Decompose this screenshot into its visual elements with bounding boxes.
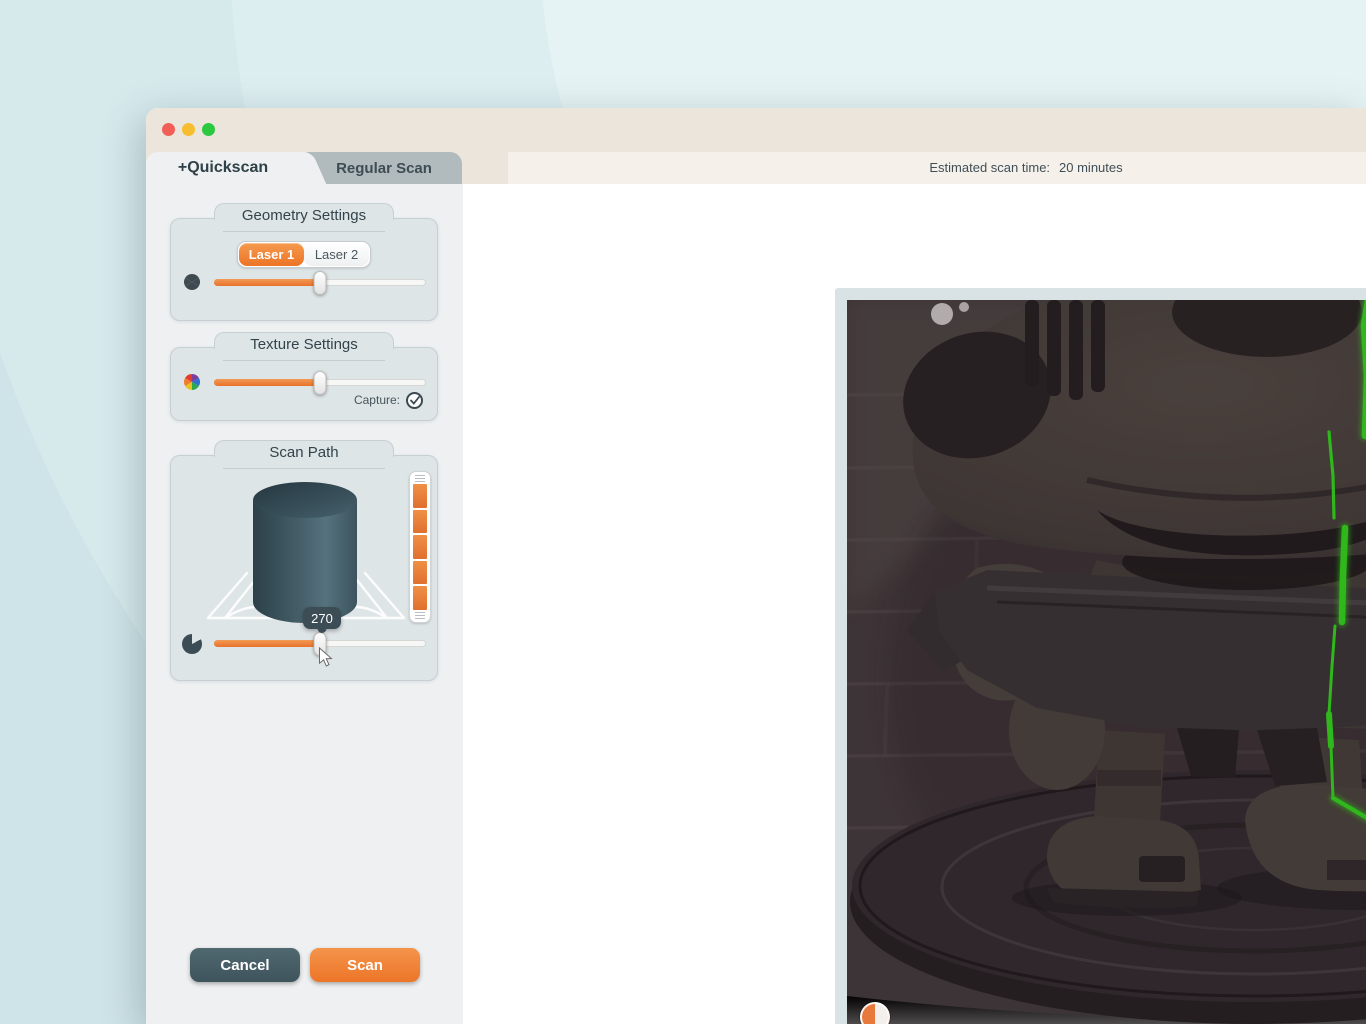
texture-exposure-slider[interactable] bbox=[214, 379, 426, 386]
camera-scene bbox=[847, 300, 1366, 1024]
capture-checkbox[interactable] bbox=[406, 392, 423, 409]
height-segment bbox=[413, 586, 427, 610]
titlebar bbox=[146, 108, 1366, 152]
contrast-icon[interactable] bbox=[860, 1002, 890, 1024]
height-range-bar[interactable] bbox=[409, 471, 431, 623]
mouse-cursor-icon bbox=[318, 647, 333, 668]
laser-toggle: Laser 1 Laser 2 bbox=[237, 241, 371, 268]
rotation-pie-icon bbox=[182, 634, 202, 654]
camera-preview bbox=[847, 300, 1366, 1024]
desktop-background: Estimated scan time: 20 minutes Regular S… bbox=[0, 0, 1366, 1024]
rotation-value-tooltip: 270 bbox=[303, 607, 341, 629]
capture-label: Capture: bbox=[354, 393, 400, 407]
laser-exposure-slider[interactable] bbox=[214, 279, 426, 286]
laser-exposure-slider-handle[interactable] bbox=[314, 271, 327, 295]
rotation-slider[interactable] bbox=[214, 640, 426, 647]
main-content bbox=[463, 184, 1366, 1024]
tab-regular-scan[interactable]: Regular Scan bbox=[306, 152, 462, 184]
cancel-button[interactable]: Cancel bbox=[190, 948, 300, 982]
estimated-scan-time-label: Estimated scan time: bbox=[929, 160, 1050, 175]
close-window-button[interactable] bbox=[162, 123, 175, 136]
geometry-settings-title: Geometry Settings bbox=[171, 207, 437, 224]
laser-2-button[interactable]: Laser 2 bbox=[304, 243, 369, 266]
settings-sidebar: Geometry Settings Laser 1 Laser 2 bbox=[146, 184, 463, 1024]
texture-settings-title: Texture Settings bbox=[171, 336, 437, 353]
scan-button[interactable]: Scan bbox=[310, 948, 420, 982]
minimize-window-button[interactable] bbox=[182, 123, 195, 136]
texture-exposure-slider-handle[interactable] bbox=[314, 371, 327, 395]
texture-settings-panel: Texture Settings C bbox=[170, 347, 438, 421]
tab-quickscan[interactable]: +Quickscan bbox=[146, 152, 290, 184]
scan-volume-cylinder bbox=[253, 482, 357, 627]
scan-path-panel: Scan Path bbox=[170, 455, 438, 681]
app-window: Estimated scan time: 20 minutes Regular S… bbox=[146, 108, 1366, 1024]
geometry-settings-panel: Geometry Settings Laser 1 Laser 2 bbox=[170, 218, 438, 321]
status-bar: Estimated scan time: 20 minutes bbox=[508, 152, 1366, 184]
tab-bar: Estimated scan time: 20 minutes Regular S… bbox=[146, 152, 1366, 184]
estimated-scan-time-value: 20 minutes bbox=[1059, 160, 1123, 175]
estimated-scan-time: Estimated scan time: 20 minutes bbox=[929, 152, 1122, 184]
height-segment bbox=[413, 510, 427, 534]
camera-panel bbox=[835, 288, 1366, 1024]
aperture-icon bbox=[182, 272, 202, 292]
height-segment bbox=[413, 484, 427, 508]
color-aperture-icon bbox=[182, 372, 202, 392]
scan-path-title: Scan Path bbox=[171, 444, 437, 461]
zoom-window-button[interactable] bbox=[202, 123, 215, 136]
laser-1-button[interactable]: Laser 1 bbox=[239, 243, 304, 266]
height-segment bbox=[413, 535, 427, 559]
check-icon bbox=[410, 396, 420, 405]
capture-row: Capture: bbox=[354, 390, 423, 410]
height-segment bbox=[413, 561, 427, 585]
